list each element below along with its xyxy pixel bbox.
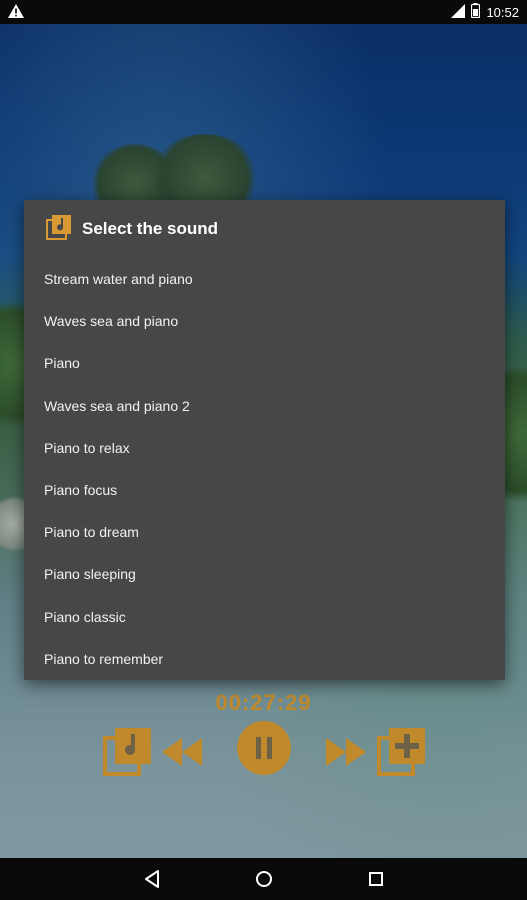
battery-icon [471,3,481,21]
home-icon[interactable] [254,869,274,889]
add-playlist-icon[interactable] [377,728,425,781]
sound-option[interactable]: Stream water and piano [24,258,505,300]
player-controls: 00:27:29 [0,690,527,800]
dialog-title: Select the sound [82,219,219,238]
status-bar: 10:52 [0,0,527,24]
sound-option[interactable]: Piano to dream [24,511,505,553]
sound-option[interactable]: Piano to remember [24,638,505,680]
sound-option[interactable]: Waves sea and piano [24,300,505,342]
fast-forward-icon[interactable] [324,738,368,771]
status-icons: 10:52 [451,3,519,21]
navigation-bar [0,858,527,900]
sound-list: Stream water and piano Waves sea and pia… [24,258,505,680]
sound-option[interactable]: Waves sea and piano 2 [24,385,505,427]
recents-icon[interactable] [366,869,386,889]
select-sound-dialog: Select the sound Stream water and piano … [24,200,505,680]
warning-icon [8,3,24,21]
pause-button[interactable] [236,720,292,781]
sound-option[interactable]: Piano sleeping [24,553,505,595]
music-library-icon[interactable] [103,728,151,781]
signal-icon [451,3,466,21]
sound-option[interactable]: Piano [24,342,505,384]
timer-display: 00:27:29 [215,690,312,715]
rewind-icon[interactable] [160,738,204,771]
status-time: 10:52 [486,4,519,20]
back-icon[interactable] [143,869,163,889]
sound-option[interactable]: Piano classic [24,596,505,638]
sound-option[interactable]: Piano to relax [24,427,505,469]
sound-option[interactable]: Piano focus [24,469,505,511]
dialog-header: Select the sound [24,200,505,258]
music-library-icon [46,214,72,245]
